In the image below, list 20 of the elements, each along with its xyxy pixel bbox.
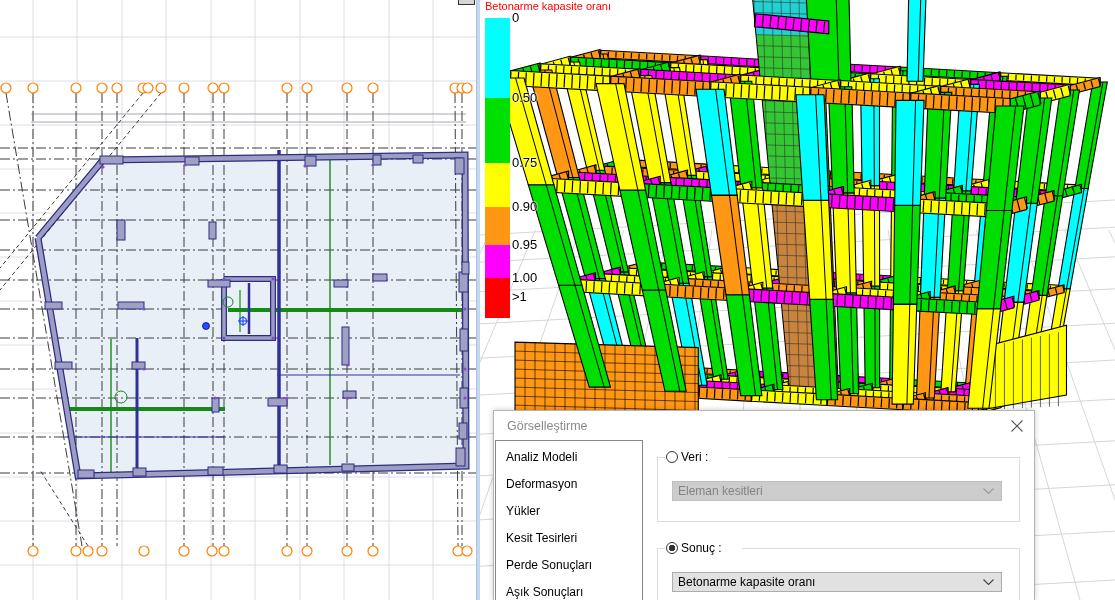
radio-option[interactable]: Sonuç :: [666, 541, 722, 555]
legend-title: Betonarme kapasite oranı: [485, 0, 611, 12]
close-button[interactable]: [1010, 418, 1024, 433]
close-icon: [1011, 419, 1023, 432]
category-item[interactable]: Aşık Sonuçları: [496, 579, 642, 600]
dropdown[interactable]: Betonarme kapasite oranı: [672, 572, 1002, 592]
category-item[interactable]: Analiz Modeli: [496, 444, 642, 471]
legend-label: >1: [512, 290, 527, 304]
category-item[interactable]: Perde Sonuçları: [496, 552, 642, 579]
chevron-icon: [983, 488, 994, 494]
category-item[interactable]: Yükler: [496, 498, 642, 525]
category-item[interactable]: Deformasyon: [496, 471, 642, 498]
radio-option[interactable]: Veri :: [666, 450, 709, 464]
dialog-title: Görselleştirme: [507, 418, 588, 433]
legend-label: 1.00: [512, 271, 538, 285]
legend-label: 0.95: [512, 238, 538, 252]
category-item[interactable]: Kesit Tesirleri: [496, 525, 642, 552]
legend-label: 0: [512, 11, 520, 25]
chevron-icon: [983, 579, 994, 585]
pane-button[interactable]: [458, 0, 475, 5]
